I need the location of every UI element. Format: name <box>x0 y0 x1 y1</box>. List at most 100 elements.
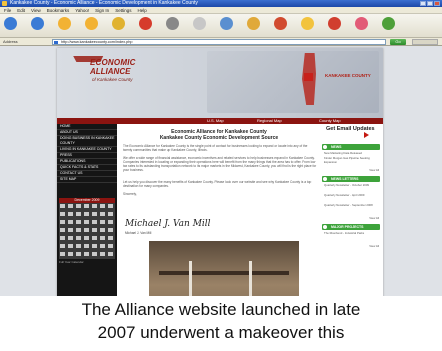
newsletter-item[interactable]: Quarterly Newsletter - September 2008 <box>324 203 380 208</box>
calendar-footer-link[interactable]: Full Year Calendar <box>59 260 84 264</box>
calendar-day[interactable] <box>67 251 74 257</box>
projects-box-title: MAJOR PROJECTS <box>331 225 364 229</box>
menu-file[interactable]: File <box>4 7 11 13</box>
search-box[interactable] <box>412 39 438 45</box>
calendar-day[interactable] <box>83 211 90 217</box>
history-icon[interactable] <box>220 17 233 30</box>
weather-icon[interactable] <box>382 17 395 30</box>
browser-icon <box>2 1 7 6</box>
email-updates-link[interactable]: Get Email Updates <box>326 126 375 138</box>
calendar-day[interactable] <box>59 235 66 241</box>
newsletter-item[interactable]: Quarterly Newsletter - April 2009 <box>324 193 380 198</box>
calendar-day[interactable] <box>75 235 82 241</box>
news-item[interactable]: Kinder Morgan Gas Pipeline Seeking Expan… <box>324 156 380 164</box>
calendar-day[interactable] <box>83 235 90 241</box>
calendar-day[interactable] <box>91 203 98 209</box>
calendar-day[interactable] <box>107 243 114 249</box>
home-icon[interactable] <box>85 17 98 30</box>
projects-view-all[interactable]: View All <box>369 244 379 248</box>
calendar-day[interactable] <box>67 211 74 217</box>
page-subtitle: Kankakee County Economic Development Sou… <box>159 135 279 141</box>
calendar-day[interactable] <box>67 203 74 209</box>
menu-sign-in[interactable]: Sign In <box>95 7 109 13</box>
maximize-button[interactable] <box>427 1 433 6</box>
calendar-day[interactable] <box>99 235 106 241</box>
toolbar <box>0 14 442 38</box>
calendar-day[interactable] <box>83 243 90 249</box>
site-logo[interactable]: ECONOMIC ALLIANCE of Kankakee County <box>57 56 152 106</box>
calendar-day[interactable] <box>67 219 74 225</box>
nav-doing-business[interactable]: DOING BUSINESS IN KANKAKEE COUNTY <box>57 136 117 147</box>
calendar-day[interactable] <box>75 211 82 217</box>
calendar-day[interactable] <box>59 251 66 257</box>
calendar-day[interactable] <box>107 203 114 209</box>
nav-site-map[interactable]: SITE MAP <box>57 177 117 183</box>
calendar-day[interactable] <box>83 251 90 257</box>
newsletter-item[interactable]: Quarterly Newsletter - October 2009 <box>324 183 380 188</box>
calendar-day[interactable] <box>91 251 98 257</box>
calendar-day[interactable] <box>99 203 106 209</box>
yahoo-icon[interactable] <box>139 17 152 30</box>
bullet-icon <box>323 225 327 229</box>
shopping-icon[interactable] <box>274 17 287 30</box>
forward-icon[interactable] <box>31 17 44 30</box>
calendar-day[interactable] <box>107 251 114 257</box>
mail-icon[interactable] <box>112 17 125 30</box>
back-icon[interactable] <box>4 17 17 30</box>
close-button[interactable] <box>434 1 440 6</box>
calendar-day[interactable] <box>107 219 114 225</box>
calendar-day[interactable] <box>107 211 114 217</box>
calendar-day[interactable] <box>99 243 106 249</box>
calendar-day[interactable] <box>75 227 82 233</box>
calendar-day[interactable] <box>75 243 82 249</box>
calendar-day[interactable] <box>83 227 90 233</box>
calendar-day[interactable] <box>99 211 106 217</box>
calendar-day[interactable] <box>91 219 98 225</box>
print-icon[interactable] <box>166 17 179 30</box>
calendar-day[interactable] <box>99 251 106 257</box>
calendar-day[interactable] <box>75 251 82 257</box>
address-bar: Address http://www.kankakeecounty.com/in… <box>0 38 442 46</box>
newsletters-view-all[interactable]: View All <box>369 216 379 220</box>
menu-yahoo[interactable]: Yahoo! <box>75 7 89 13</box>
calendar-day[interactable] <box>91 235 98 241</box>
calendar-day[interactable] <box>83 219 90 225</box>
menu-bookmarks[interactable]: Bookmarks <box>47 7 70 13</box>
calendar-day[interactable] <box>91 211 98 217</box>
calendar-day[interactable] <box>67 243 74 249</box>
calendar-day[interactable] <box>83 203 90 209</box>
news-icon[interactable] <box>247 17 260 30</box>
calendar-day[interactable] <box>75 219 82 225</box>
games-icon[interactable] <box>328 17 341 30</box>
music-icon[interactable] <box>355 17 368 30</box>
calendar[interactable] <box>59 203 115 259</box>
calendar-day[interactable] <box>75 203 82 209</box>
calendar-day[interactable] <box>99 227 106 233</box>
news-view-all[interactable]: View All <box>369 168 379 172</box>
calendar-day[interactable] <box>59 243 66 249</box>
bookmark-icon[interactable] <box>193 17 206 30</box>
calendar-day[interactable] <box>67 227 74 233</box>
menu-view[interactable]: View <box>31 7 41 13</box>
calendar-day[interactable] <box>99 219 106 225</box>
project-item[interactable]: The Riverbend - Industrial Parks <box>324 231 380 236</box>
news-item[interactable]: New Marketing Data Released <box>324 151 380 156</box>
menu-help[interactable]: Help <box>137 7 146 13</box>
calendar-day[interactable] <box>59 219 66 225</box>
calendar-day[interactable] <box>91 227 98 233</box>
answers-icon[interactable] <box>301 17 314 30</box>
calendar-day[interactable] <box>107 227 114 233</box>
menu-edit[interactable]: Edit <box>17 7 25 13</box>
minimize-button[interactable] <box>420 1 426 6</box>
calendar-day[interactable] <box>107 235 114 241</box>
url-input[interactable]: http://www.kankakeecounty.com/index.php <box>52 39 386 45</box>
calendar-day[interactable] <box>59 211 66 217</box>
reload-icon[interactable] <box>58 17 71 30</box>
calendar-day[interactable] <box>59 203 66 209</box>
menu-settings[interactable]: Settings <box>115 7 131 13</box>
go-button[interactable]: Go <box>390 39 406 45</box>
calendar-day[interactable] <box>67 235 74 241</box>
calendar-day[interactable] <box>59 227 66 233</box>
window-title-bar: Kankakee County - Economic Alliance - Ec… <box>0 0 442 7</box>
calendar-day[interactable] <box>91 243 98 249</box>
